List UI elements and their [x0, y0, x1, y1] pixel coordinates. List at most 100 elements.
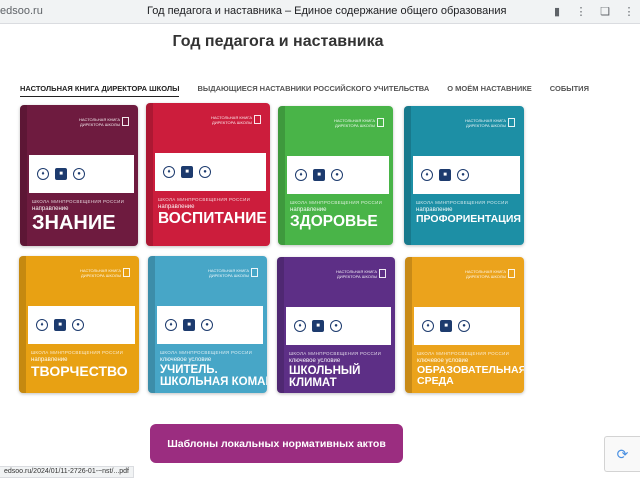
book-number-icon: [508, 269, 515, 278]
book-spine: [278, 106, 285, 245]
tab-mentors[interactable]: ВЫДАЮЩИЕСЯ НАСТАВНИКИ РОССИЙСКОГО УЧИТЕЛ…: [197, 84, 429, 97]
book-school: ШКОЛА МИНПРОСВЕЩЕНИЯ РОССИИ: [32, 199, 125, 204]
book-number-icon: [508, 118, 515, 127]
institute-logo-icon: ●: [331, 169, 343, 181]
ministry-emblem-icon: ♦: [295, 169, 307, 181]
book-series: НАСТОЛЬНАЯ КНИГА ДИРЕКТОРА ШКОЛЫ: [210, 115, 252, 125]
institute-logo-icon: ●: [457, 169, 469, 181]
bookmark-icon[interactable]: ▮: [550, 3, 564, 19]
tab-events[interactable]: СОБЫТИЯ: [550, 84, 589, 97]
book-title: УЧИТЕЛЬ.ШКОЛЬНАЯ КОМАНДА: [160, 364, 267, 389]
book-school: ШКОЛА МИНПРОСВЕЩЕНИЯ РОССИИ: [417, 351, 510, 356]
tab-bar: НАСТОЛЬНАЯ КНИГА ДИРЕКТОРА ШКОЛЫ ВЫДАЮЩИ…: [20, 84, 589, 97]
book-series: НАСТОЛЬНАЯ КНИГА ДИРЕКТОРА ШКОЛЫ: [464, 118, 506, 128]
partner-logos: ♦ ■ ●: [29, 155, 134, 193]
book-number-icon: [379, 269, 386, 278]
extension-icon[interactable]: ❏: [598, 3, 612, 19]
book-spine: [148, 256, 155, 393]
book-title: ПРОФОРИЕНТАЦИЯ: [416, 213, 521, 225]
book-number-icon: [254, 115, 261, 124]
ministry-emblem-icon: ♦: [37, 168, 49, 180]
book-title: ЗНАНИЕ: [32, 212, 116, 234]
recaptcha-badge[interactable]: ⟳: [604, 436, 640, 472]
book-school: ШКОЛА МИНПРОСВЕЩЕНИЯ РОССИИ: [290, 200, 383, 205]
url-text[interactable]: edsoo.ru: [0, 5, 43, 17]
book-series: НАСТОЛЬНАЯ КНИГА ДИРЕКТОРА ШКОЛЫ: [464, 269, 506, 279]
templates-button[interactable]: Шаблоны локальных нормативных актов: [150, 424, 403, 463]
partner-logos: ♦ ■ ●: [413, 156, 520, 194]
book-number-icon: [123, 268, 130, 277]
book-series: НАСТОЛЬНАЯ КНИГА ДИРЕКТОРА ШКОЛЫ: [207, 268, 249, 278]
partner-logos: ♦ ■ ●: [28, 306, 135, 344]
institute-logo-icon: ●: [199, 166, 211, 178]
book-card[interactable]: НАСТОЛЬНАЯ КНИГА ДИРЕКТОРА ШКОЛЫ ♦ ■ ● ШКОЛА…: [146, 103, 270, 246]
book-school: ШКОЛА МИНПРОСВЕЩЕНИЯ РОССИИ: [289, 351, 382, 356]
partner-logo-icon: ■: [183, 319, 195, 331]
menu-icon[interactable]: ⋮: [622, 3, 636, 19]
book-card[interactable]: НАСТОЛЬНАЯ КНИГА ДИРЕКТОРА ШКОЛЫ ♦ ■ ● ШКОЛА…: [19, 256, 139, 393]
page-title: Год педагога и наставника: [172, 33, 384, 50]
book-card[interactable]: НАСТОЛЬНАЯ КНИГА ДИРЕКТОРА ШКОЛЫ ♦ ■ ● ШКОЛА…: [278, 106, 393, 245]
status-link: edsoo.ru/2024/01/11-2726-01-~nst/...pdf: [0, 466, 134, 478]
book-series: НАСТОЛЬНАЯ КНИГА ДИРЕКТОРА ШКОЛЫ: [335, 269, 377, 279]
book-title: ЗДОРОВЬЕ: [290, 213, 378, 230]
book-spine: [19, 256, 26, 393]
book-spine: [277, 257, 284, 393]
book-title: ВОСПИТАНИЕ: [158, 210, 267, 227]
book-school: ШКОЛА МИНПРОСВЕЩЕНИЯ РОССИИ: [416, 200, 509, 205]
partner-logo-icon: ■: [440, 320, 452, 332]
partner-logo-icon: ■: [54, 319, 66, 331]
book-title: ОБРАЗОВАТЕЛЬНАЯ СРЕДА: [417, 364, 524, 388]
book-card[interactable]: НАСТОЛЬНАЯ КНИГА ДИРЕКТОРА ШКОЛЫ ♦ ■ ● ШКОЛА…: [404, 106, 524, 245]
page-tab-title: Год педагога и наставника – Единое содер…: [147, 5, 507, 17]
ministry-emblem-icon: ♦: [422, 320, 434, 332]
partner-logos: ♦ ■ ●: [414, 307, 520, 345]
book-spine: [404, 106, 411, 245]
book-card[interactable]: НАСТОЛЬНАЯ КНИГА ДИРЕКТОРА ШКОЛЫ ♦ ■ ● ШКОЛА…: [148, 256, 267, 393]
book-spine: [20, 105, 27, 246]
institute-logo-icon: ●: [73, 168, 85, 180]
book-school: ШКОЛА МИНПРОСВЕЩЕНИЯ РОССИИ: [160, 350, 253, 355]
browser-bar: edsoo.ru Год педагога и наставника – Еди…: [0, 0, 640, 24]
book-school: ШКОЛА МИНПРОСВЕЩЕНИЯ РОССИИ: [158, 197, 251, 202]
book-card[interactable]: НАСТОЛЬНАЯ КНИГА ДИРЕКТОРА ШКОЛЫ ♦ ■ ● ШКОЛА…: [277, 257, 395, 393]
tab-my-mentor[interactable]: О МОЁМ НАСТАВНИКЕ: [447, 84, 532, 97]
partner-logo-icon: ■: [312, 320, 324, 332]
book-title: ТВОРЧЕСТВО: [31, 363, 128, 379]
partner-logo-icon: ■: [181, 166, 193, 178]
book-series: НАСТОЛЬНАЯ КНИГА ДИРЕКТОРА ШКОЛЫ: [333, 118, 375, 128]
ministry-emblem-icon: ♦: [165, 319, 177, 331]
partner-logos: ♦ ■ ●: [155, 153, 266, 191]
book-title: ШКОЛЬНЫЙ КЛИМАТ: [289, 365, 361, 390]
book-series: НАСТОЛЬНАЯ КНИГА ДИРЕКТОРА ШКОЛЫ: [79, 268, 121, 278]
book-number-icon: [251, 268, 258, 277]
recaptcha-icon: ⟳: [616, 445, 629, 462]
book-number-icon: [377, 118, 384, 127]
tab-director-book[interactable]: НАСТОЛЬНАЯ КНИГА ДИРЕКТОРА ШКОЛЫ: [20, 84, 180, 97]
ministry-emblem-icon: ♦: [294, 320, 306, 332]
book-card[interactable]: НАСТОЛЬНАЯ КНИГА ДИРЕКТОРА ШКОЛЫ ♦ ■ ● ШКОЛА…: [20, 105, 138, 246]
ministry-emblem-icon: ♦: [36, 319, 48, 331]
book-card[interactable]: НАСТОЛЬНАЯ КНИГА ДИРЕКТОРА ШКОЛЫ ♦ ■ ● ШКОЛА…: [405, 257, 524, 393]
partner-logos: ♦ ■ ●: [287, 156, 389, 194]
book-number-icon: [122, 117, 129, 126]
more-icon[interactable]: ⋮: [574, 3, 588, 19]
institute-logo-icon: ●: [72, 319, 84, 331]
book-series: НАСТОЛЬНАЯ КНИГА ДИРЕКТОРА ШКОЛЫ: [78, 117, 120, 127]
ministry-emblem-icon: ♦: [421, 169, 433, 181]
institute-logo-icon: ●: [330, 320, 342, 332]
partner-logos: ♦ ■ ●: [157, 306, 263, 344]
partner-logo-icon: ■: [313, 169, 325, 181]
ministry-emblem-icon: ♦: [163, 166, 175, 178]
book-kind: ключевое условие: [160, 357, 212, 363]
institute-logo-icon: ●: [458, 320, 470, 332]
book-spine: [405, 257, 412, 393]
institute-logo-icon: ●: [201, 319, 213, 331]
book-kind: ключевое условие: [289, 358, 341, 364]
partner-logo-icon: ■: [439, 169, 451, 181]
browser-actions: ▮ ⋮ ❏ ⋮: [550, 3, 636, 19]
partner-logos: ♦ ■ ●: [286, 307, 391, 345]
book-spine: [146, 103, 153, 246]
book-school: ШКОЛА МИНПРОСВЕЩЕНИЯ РОССИИ: [31, 350, 124, 355]
partner-logo-icon: ■: [55, 168, 67, 180]
